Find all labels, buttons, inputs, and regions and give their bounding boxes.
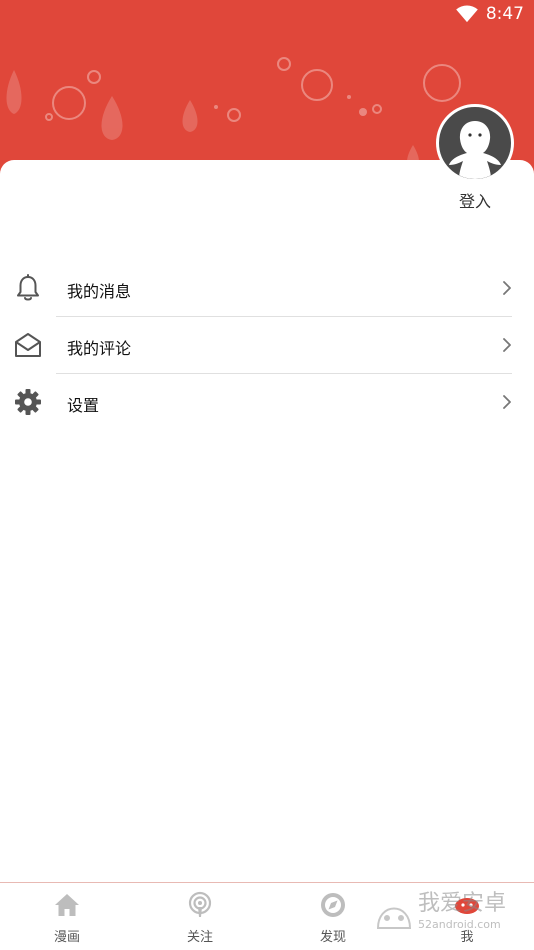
nav-tab-label: 关注: [186, 930, 213, 945]
nav-tab-comics[interactable]: 漫画: [17, 883, 117, 950]
gear-icon: [15, 389, 41, 415]
menu-item-messages[interactable]: 我的消息: [0, 260, 534, 317]
status-time: 8:47: [485, 4, 524, 24]
watermark-text: 我爱安卓: [418, 891, 506, 916]
nav-tab-follow[interactable]: 关注: [150, 883, 250, 950]
chevron-right-icon: [503, 338, 511, 352]
menu-item-label: 设置: [67, 396, 100, 415]
menu-item-label: 我的消息: [67, 282, 132, 301]
login-link[interactable]: 登入: [444, 188, 506, 212]
chevron-right-icon: [503, 395, 511, 409]
bell-icon: [17, 274, 39, 301]
watermark-subtext: 52android.com: [418, 918, 501, 931]
watermark-logo: 我爱安卓 52android.com: [376, 891, 506, 931]
menu-item-comments[interactable]: 我的评论: [0, 317, 534, 374]
chevron-right-icon: [503, 281, 511, 295]
menu-item-settings[interactable]: 设置: [0, 374, 534, 431]
wifi-icon: [456, 5, 478, 23]
avatar-ghost-icon: [449, 121, 501, 179]
podcast-icon: [188, 891, 212, 917]
menu-list: 我的消息 我的评论 设置: [0, 260, 534, 431]
home-icon: [55, 894, 79, 916]
menu-item-label: 我的评论: [67, 339, 132, 358]
avatar[interactable]: [436, 104, 514, 182]
nav-tab-discover[interactable]: 发现: [283, 883, 383, 950]
nav-tab-label: 漫画: [53, 930, 80, 945]
compass-icon: [321, 893, 345, 917]
status-bar: 8:47: [456, 4, 524, 24]
nav-tab-label: 发现: [319, 930, 346, 945]
mail-open-icon: [15, 333, 41, 357]
